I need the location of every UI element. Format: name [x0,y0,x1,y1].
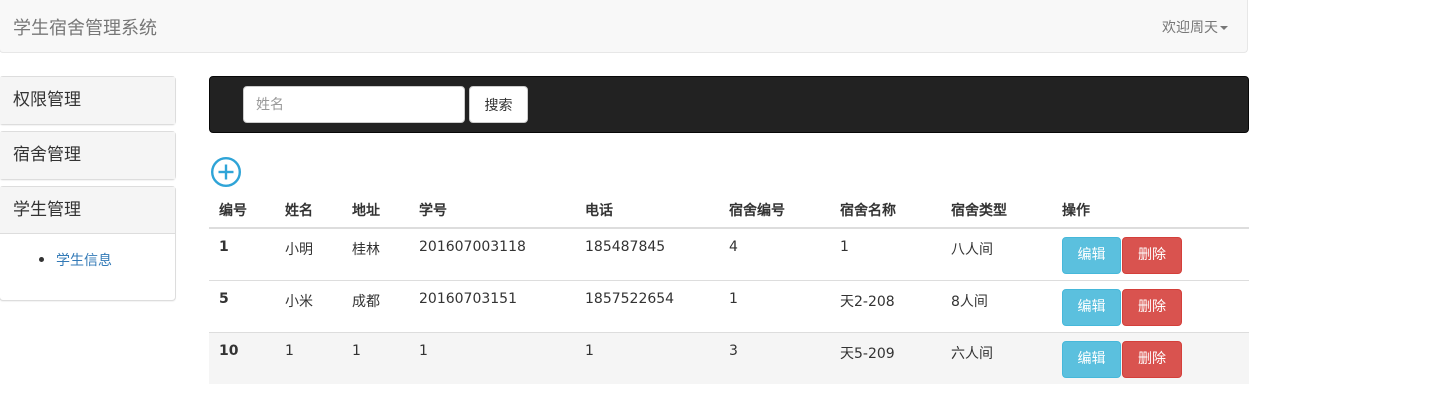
student-table: 编号 姓名 地址 学号 电话 宿舍编号 宿舍名称 宿舍类型 操作 1 小明 桂林… [209,192,1249,384]
table-cell-dorm-type: 8人间 [941,279,1052,332]
table-cell-name: 小明 [275,227,342,280]
table-cell-name: 小米 [275,279,342,332]
sidebar-item-students[interactable]: 学生管理 [0,187,175,234]
column-header: 地址 [342,192,409,229]
table-cell-dorm-number: 3 [719,331,830,384]
column-header: 编号 [209,192,275,229]
sidebar-link-student-info[interactable]: 学生信息 [56,253,112,269]
table-cell-id: 5 [209,279,275,332]
search-bar: 搜索 [209,76,1249,133]
sidebar-panel-dormitory: 宿舍管理 [0,131,176,180]
table-cell-phone: 185487845 [575,227,719,280]
column-header: 操作 [1052,192,1249,229]
table-cell-dorm-name: 天5-209 [830,331,941,384]
table-cell-dorm-number: 1 [719,279,830,332]
sidebar-item-permissions[interactable]: 权限管理 [0,77,175,124]
table-row: 1 小明 桂林 201607003118 185487845 4 1 八人间 编… [209,227,1249,280]
table-cell-address: 桂林 [342,227,409,280]
column-header: 姓名 [275,192,342,229]
user-menu-label: 欢迎周天 [1162,20,1218,36]
table-cell-student-number: 201607003118 [409,227,575,280]
delete-button[interactable]: 删除 [1122,237,1182,274]
table-cell-dorm-number: 4 [719,227,830,280]
top-navbar: 学生宿舍管理系统 欢迎周天 [0,0,1248,53]
table-cell-id: 1 [209,227,275,280]
table-cell-address: 成都 [342,279,409,332]
edit-button[interactable]: 编辑 [1062,237,1121,274]
table-cell-actions: 编辑 删除 [1052,279,1249,332]
table-cell-phone: 1857522654 [575,279,719,332]
table-header-row: 编号 姓名 地址 学号 电话 宿舍编号 宿舍名称 宿舍类型 操作 [209,192,1249,229]
table-cell-actions: 编辑 删除 [1052,331,1249,384]
table-cell-address: 1 [342,331,409,384]
sidebar-panel-students: 学生管理 学生信息 [0,186,176,301]
table-cell-dorm-type: 八人间 [941,227,1052,280]
bullet-icon [39,257,44,262]
table-row: 10 1 1 1 1 3 天5-209 六人间 编辑 删除 [209,331,1249,384]
table-row: 5 小米 成都 20160703151 1857522654 1 天2-208 … [209,279,1249,332]
plus-circle-icon[interactable] [210,156,242,188]
delete-button[interactable]: 删除 [1122,288,1182,326]
table-cell-id: 10 [209,331,275,384]
table-cell-dorm-name: 1 [830,227,941,280]
table-cell-actions: 编辑 删除 [1052,227,1249,280]
table-cell-dorm-type: 六人间 [941,331,1052,384]
edit-button[interactable]: 编辑 [1062,340,1121,378]
table-cell-student-number: 20160703151 [409,279,575,332]
table-cell-student-number: 1 [409,331,575,384]
column-header: 宿舍类型 [941,192,1052,229]
list-item: 学生信息 [39,250,175,270]
table-cell-dorm-name: 天2-208 [830,279,941,332]
column-header: 宿舍编号 [719,192,830,229]
caret-down-icon [1220,26,1228,30]
sidebar-item-dormitory[interactable]: 宿舍管理 [0,132,175,179]
column-header: 宿舍名称 [830,192,941,229]
sidebar-panel-permissions: 权限管理 [0,76,176,125]
user-menu-dropdown[interactable]: 欢迎周天 [1162,17,1228,37]
app-brand[interactable]: 学生宿舍管理系统 [13,14,157,40]
column-header: 电话 [575,192,719,229]
table-cell-phone: 1 [575,331,719,384]
sidebar-submenu-list: 学生信息 [0,250,175,270]
search-button[interactable]: 搜索 [469,86,528,123]
table-cell-name: 1 [275,331,342,384]
delete-button[interactable]: 删除 [1122,340,1182,378]
sidebar-submenu: 学生信息 [0,234,175,300]
edit-button[interactable]: 编辑 [1062,288,1121,326]
search-input[interactable] [243,86,465,123]
column-header: 学号 [409,192,575,229]
